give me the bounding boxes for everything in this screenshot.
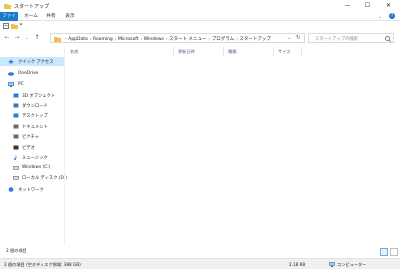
- nav-item-downloads[interactable]: ダウンロード: [0, 101, 64, 110]
- breadcrumb-item[interactable]: Microsoft: [118, 37, 138, 42]
- nav-item-3d-objects[interactable]: 3D オブジェクト: [0, 91, 64, 100]
- nav-item-label: ビデオ: [22, 146, 35, 151]
- back-icon[interactable]: ←: [3, 34, 11, 42]
- nav-item-label: OneDrive: [18, 71, 39, 76]
- network-icon: [8, 187, 14, 192]
- computer-icon: [8, 82, 14, 87]
- nav-item-label: PC: [18, 82, 24, 87]
- help-icon[interactable]: ?: [389, 13, 395, 19]
- close-button[interactable]: ✕: [381, 0, 396, 11]
- column-header-type[interactable]: 種類: [224, 47, 274, 57]
- quick-access-toolbar: ⏷: [0, 21, 400, 31]
- breadcrumb-item[interactable]: AppData: [68, 37, 88, 42]
- search-box[interactable]: スタートアップの検索: [308, 33, 394, 43]
- music-icon: [14, 155, 17, 160]
- navigation-pane: クイック アクセス OneDrive PC 3D オブジェクト ダウンロード デスクトップ…: [0, 47, 67, 247]
- ribbon-tabs: ファイル ホーム 共有 表示 ⌄ ?: [0, 12, 400, 28]
- nav-item-music[interactable]: ミュージック: [0, 153, 64, 162]
- cloud-icon: [8, 72, 14, 76]
- video-icon: [13, 145, 19, 150]
- status-bar: 2 個の項目 (空きディスク領域: 388 GB) 2.18 KB コンピュータ…: [0, 258, 400, 269]
- star-icon: [8, 59, 14, 64]
- tab-home[interactable]: ホーム: [22, 12, 40, 21]
- tab-share[interactable]: 共有: [44, 12, 58, 21]
- nav-item-desktop[interactable]: デスクトップ: [0, 111, 64, 120]
- details-view-button[interactable]: [380, 248, 388, 256]
- address-dropdown-icon[interactable]: ⌄: [287, 35, 291, 41]
- recent-locations-icon[interactable]: ⌄: [23, 34, 31, 42]
- nav-item-pictures[interactable]: ピクチャ: [0, 132, 64, 141]
- address-bar[interactable]: › AppData › Roaming › Microsoft › Windows › …: [50, 33, 305, 43]
- tab-view[interactable]: 表示: [63, 12, 77, 21]
- address-row: ← → ⌄ ↑ › AppData › Roaming › Microsoft › W…: [0, 33, 400, 44]
- status-text: 2 個の項目 (空きディスク領域: 388 GB): [4, 262, 81, 267]
- download-icon: [13, 103, 19, 108]
- breadcrumb-item[interactable]: プログラム: [212, 37, 234, 42]
- window-title: スタートアップ: [14, 4, 50, 10]
- nav-item-drive-c[interactable]: Windows (C:): [0, 163, 64, 172]
- nav-item-videos[interactable]: ビデオ: [0, 143, 64, 152]
- breadcrumb-item[interactable]: Windows: [144, 37, 164, 42]
- title-bar: スタートアップ — ☐ ✕: [0, 0, 400, 12]
- nav-item-label: ローカル ディスク (D:): [22, 176, 67, 181]
- nav-item-label: デスクトップ: [22, 114, 48, 119]
- pane-divider[interactable]: [64, 47, 65, 245]
- nav-item-documents[interactable]: ドキュメント: [0, 122, 64, 131]
- nav-item-label: ミュージック: [22, 156, 48, 161]
- tab-file[interactable]: ファイル: [0, 12, 18, 28]
- column-header-size[interactable]: サイズ: [274, 47, 302, 57]
- nav-item-label: 3D オブジェクト: [22, 94, 56, 99]
- maximize-button[interactable]: ☐: [360, 0, 375, 11]
- nav-item-label: ネットワーク: [18, 188, 44, 193]
- column-header-name[interactable]: 名前: [66, 47, 174, 57]
- drive-icon: [13, 166, 19, 170]
- nav-item-label: クイック アクセス: [18, 60, 54, 65]
- picture-icon: [13, 134, 19, 139]
- status-size: 2.18 KB: [289, 262, 306, 267]
- computer-icon: [329, 262, 335, 267]
- large-icons-view-button[interactable]: [390, 248, 398, 256]
- forward-icon[interactable]: →: [13, 34, 21, 42]
- folder-icon: [54, 37, 61, 42]
- minimize-button[interactable]: —: [340, 0, 355, 11]
- breadcrumb[interactable]: › AppData › Roaming › Microsoft › Windows › …: [65, 36, 273, 42]
- desktop-icon: [13, 113, 19, 118]
- status-location: コンピューター: [337, 262, 367, 267]
- search-placeholder: スタートアップの検索: [315, 37, 358, 42]
- expand-ribbon-icon[interactable]: ⌄: [378, 14, 382, 20]
- column-headers: 名前 更新日時 種類 サイズ: [66, 47, 400, 57]
- nav-item-onedrive[interactable]: OneDrive: [0, 69, 64, 78]
- nav-item-label: Windows (C:): [22, 165, 51, 170]
- item-count: 2 個の項目: [6, 248, 27, 253]
- refresh-icon[interactable]: ↻: [296, 35, 301, 41]
- nav-item-label: ドキュメント: [22, 125, 48, 130]
- nav-item-network[interactable]: ネットワーク: [0, 185, 64, 194]
- nav-item-this-pc[interactable]: PC: [0, 80, 64, 89]
- nav-item-quick-access[interactable]: クイック アクセス: [0, 57, 64, 66]
- folder-icon: [4, 4, 11, 9]
- column-header-modified[interactable]: 更新日時: [174, 47, 224, 57]
- properties-icon[interactable]: [3, 23, 9, 29]
- nav-item-drive-d[interactable]: ローカル ディスク (D:): [0, 173, 67, 182]
- nav-item-label: ダウンロード: [22, 104, 48, 109]
- new-folder-icon[interactable]: [11, 23, 18, 29]
- drive-icon: [13, 176, 19, 180]
- nav-item-label: ピクチャ: [22, 135, 40, 140]
- up-icon[interactable]: ↑: [33, 34, 41, 42]
- cube-icon: [13, 93, 19, 98]
- breadcrumb-item[interactable]: Roaming: [93, 37, 113, 42]
- search-icon: [385, 36, 391, 42]
- breadcrumb-item[interactable]: スタートアップ: [239, 37, 271, 42]
- breadcrumb-item[interactable]: スタート メニュー: [169, 37, 206, 42]
- document-icon: [13, 124, 19, 129]
- customize-toolbar-icon[interactable]: ⏷: [19, 22, 23, 28]
